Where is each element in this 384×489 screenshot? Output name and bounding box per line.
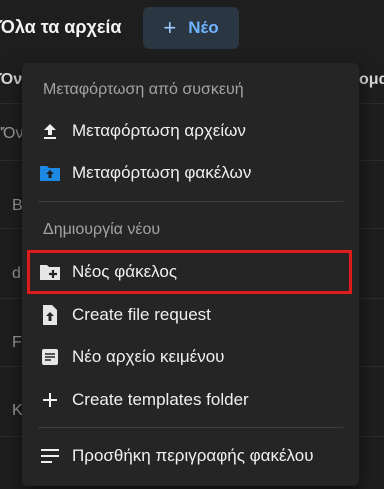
- menu-item-upload-files[interactable]: Μεταφόρτωση αρχείων: [22, 110, 359, 152]
- menu-item-label: Create file request: [72, 305, 211, 324]
- new-button[interactable]: + Νέο: [143, 7, 239, 49]
- menu-item-create-file-request[interactable]: Create file request: [22, 294, 359, 336]
- menu-item-upload-folders[interactable]: Μεταφόρτωση φακέλων: [22, 152, 359, 194]
- menu-divider: [38, 427, 343, 428]
- list-item[interactable]: F: [12, 334, 22, 352]
- menu-item-create-templates-folder[interactable]: Create templates folder: [22, 379, 359, 421]
- top-bar: Όλα τα αρχεία + Νέο: [0, 0, 384, 60]
- create-section-title: Δημιουργία νέου: [43, 221, 161, 238]
- menu-item-new-text-file[interactable]: Νέο αρχείο κειμένου: [22, 336, 359, 378]
- menu-item-label: Μεταφόρτωση αρχείων: [72, 121, 246, 140]
- menu-item-label: Create templates folder: [72, 390, 249, 409]
- breadcrumb-all-files[interactable]: Όλα τα αρχεία: [0, 17, 121, 38]
- menu-item-add-folder-description[interactable]: Προσθήκη περιγραφής φακέλου: [22, 435, 359, 477]
- new-dropdown-menu: Μεταφόρτωση από συσκευή Μεταφόρτωση αρχε…: [22, 63, 359, 486]
- text-file-icon: [38, 345, 62, 369]
- list-item[interactable]: d: [12, 265, 21, 283]
- menu-item-label: Νέος φάκελος: [72, 262, 178, 281]
- file-request-icon: [38, 303, 62, 327]
- menu-item-label: Νέο αρχείο κειμένου: [72, 347, 225, 366]
- new-button-label: Νέο: [188, 18, 219, 37]
- list-item[interactable]: 'Όν: [0, 125, 23, 143]
- description-icon: [38, 444, 62, 468]
- menu-divider: [38, 201, 343, 202]
- plus-icon: [38, 388, 62, 412]
- menu-item-new-folder[interactable]: Νέος φάκελος: [22, 251, 359, 293]
- folder-upload-icon: [38, 161, 62, 185]
- upload-icon: [38, 119, 62, 143]
- new-folder-icon: [38, 260, 62, 284]
- menu-item-label: Μεταφόρτωση φακέλων: [72, 163, 252, 182]
- column-header-name[interactable]: Όν: [0, 71, 22, 89]
- column-header-right[interactable]: ομα: [359, 71, 384, 89]
- menu-item-label: Προσθήκη περιγραφής φακέλου: [72, 446, 314, 465]
- plus-icon: +: [163, 15, 177, 40]
- upload-section-title: Μεταφόρτωση από συσκευή: [43, 81, 244, 98]
